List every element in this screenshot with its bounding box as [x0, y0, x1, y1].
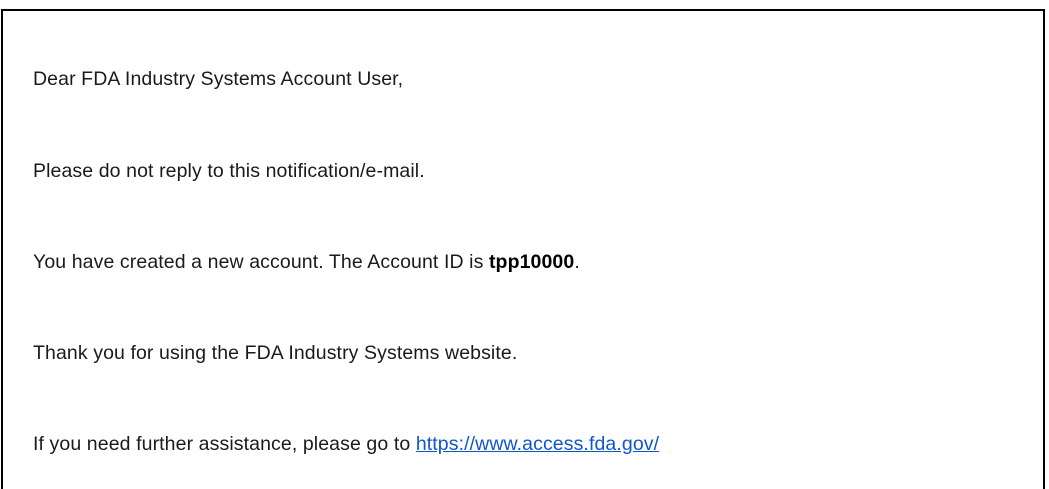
assistance-line: If you need further assistance, please g…: [33, 432, 659, 456]
thanks-text: Thank you for using the FDA Industry Sys…: [33, 342, 518, 364]
account-created-suffix: .: [574, 251, 580, 273]
account-created-prefix: You have created a new account. The Acco…: [33, 251, 489, 273]
email-body-frame: Dear FDA Industry Systems Account User, …: [1, 9, 1045, 489]
fda-access-link[interactable]: https://www.access.fda.gov/: [416, 433, 659, 455]
do-not-reply-notice: Please do not reply to this notification…: [33, 160, 425, 182]
assistance-prefix: If you need further assistance, please g…: [33, 433, 416, 455]
greeting-text: Dear FDA Industry Systems Account User,: [33, 68, 404, 90]
account-created-line: You have created a new account. The Acco…: [33, 250, 580, 274]
account-id: tpp10000: [488, 251, 575, 273]
